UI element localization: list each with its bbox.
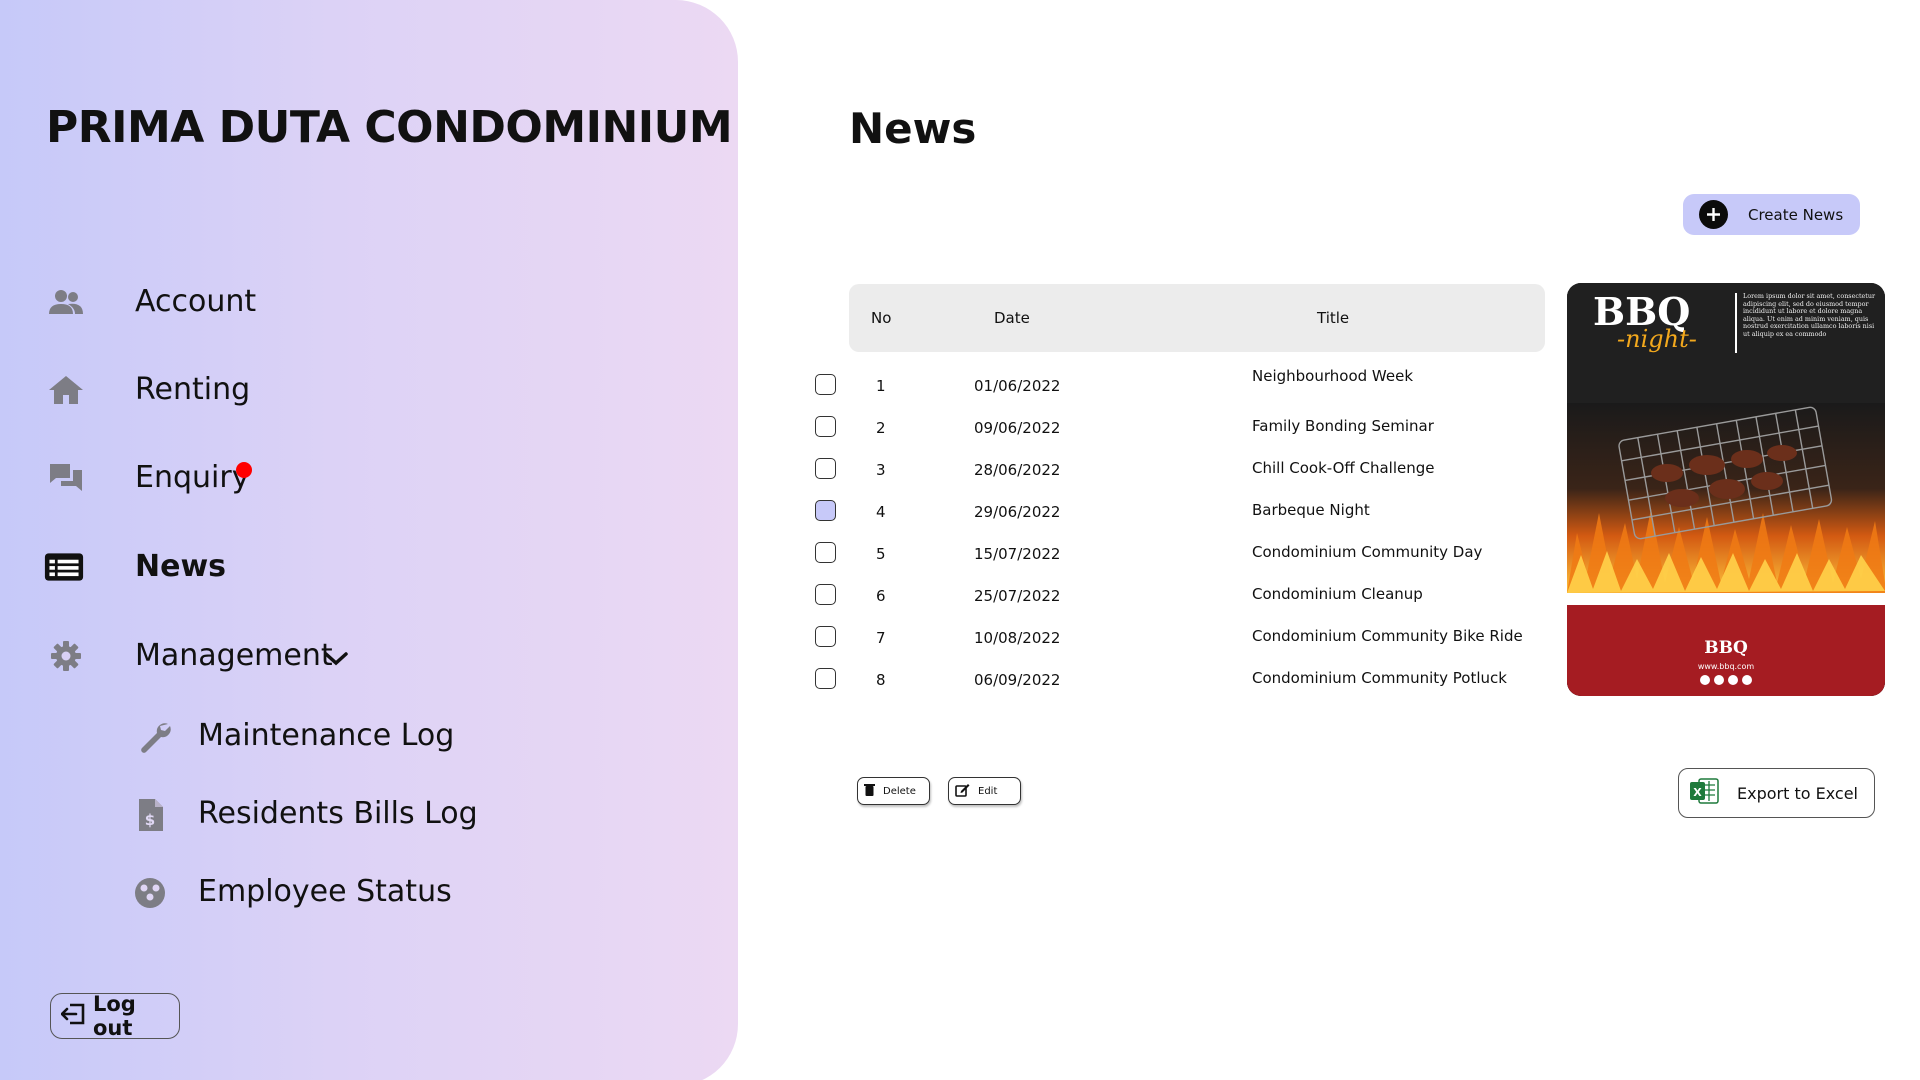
svg-text:$: $ (145, 811, 155, 829)
edit-button[interactable]: Edit (948, 777, 1021, 805)
row-title: Condominium Community Bike Ride (1252, 627, 1523, 645)
sidebar: PRIMA DUTA CONDOMINIUM Account Renting E… (0, 0, 738, 1080)
row-no: 5 (876, 545, 886, 563)
table-row[interactable]: 1 01/06/2022 Neighbourhood Week (0, 367, 1560, 404)
row-date: 28/06/2022 (974, 461, 1061, 479)
column-header-date: Date (994, 309, 1030, 327)
table-row[interactable]: 7 10/08/2022 Condominium Community Bike … (0, 626, 1560, 656)
trash-icon (864, 783, 875, 799)
row-date: 09/06/2022 (974, 419, 1061, 437)
row-checkbox[interactable] (815, 584, 836, 605)
row-no: 4 (876, 503, 886, 521)
row-title: Chill Cook-Off Challenge (1252, 459, 1435, 477)
row-title: Barbeque Night (1252, 501, 1370, 519)
row-no: 2 (876, 419, 886, 437)
table-row[interactable]: 5 15/07/2022 Condominium Community Day (0, 542, 1560, 572)
row-date: 06/09/2022 (974, 671, 1061, 689)
row-date: 01/06/2022 (974, 377, 1061, 395)
logout-icon (60, 1003, 85, 1030)
edit-label: Edit (978, 785, 998, 797)
plus-icon (1699, 200, 1728, 229)
row-checkbox[interactable] (815, 500, 836, 521)
table-row[interactable]: 6 25/07/2022 Condominium Cleanup (0, 584, 1560, 614)
row-title: Neighbourhood Week (1252, 367, 1414, 385)
row-no: 6 (876, 587, 886, 605)
export-label: Export to Excel (1737, 783, 1858, 803)
sidebar-subitem-label: Maintenance Log (198, 718, 455, 753)
poster-url: www.bbq.com (1698, 662, 1755, 671)
row-no: 3 (876, 461, 886, 479)
row-checkbox[interactable] (815, 542, 836, 563)
logout-label: Log out (93, 992, 136, 1040)
logout-button[interactable]: Log out (50, 992, 180, 1040)
row-date: 29/06/2022 (974, 503, 1061, 521)
row-title: Condominium Community Potluck (1252, 669, 1507, 687)
app: PRIMA DUTA CONDOMINIUM Account Renting E… (0, 0, 1920, 1080)
export-to-excel-button[interactable]: X Export to Excel (1678, 768, 1875, 818)
row-no: 1 (876, 377, 886, 395)
brand-title: PRIMA DUTA CONDOMINIUM (46, 102, 733, 153)
page-title: News (849, 104, 977, 153)
create-news-label: Create News (1748, 205, 1844, 224)
row-date: 10/08/2022 (974, 629, 1061, 647)
invoice-dollar-icon: $ (131, 797, 171, 833)
sidebar-item-label: Account (135, 284, 257, 319)
row-date: 25/07/2022 (974, 587, 1061, 605)
bbq-poster-image: BBQ -night- Lorem ipsum dolor sit amet, … (1567, 283, 1885, 696)
sidebar-subitem-label: Employee Status (198, 874, 452, 909)
table-row[interactable]: 8 06/09/2022 Condominium Community Potlu… (0, 668, 1560, 698)
sidebar-subitem-label: Residents Bills Log (198, 796, 478, 831)
row-checkbox[interactable] (815, 416, 836, 437)
create-news-button[interactable]: Create News (1683, 194, 1860, 235)
table-row[interactable]: 4 29/06/2022 Barbeque Night (0, 500, 1560, 530)
column-header-title: Title (1317, 309, 1350, 327)
poster-logo: BBQ (1704, 638, 1748, 658)
people-circle-icon (130, 875, 170, 911)
edit-icon (955, 783, 970, 800)
svg-text:X: X (1693, 786, 1702, 799)
row-date: 15/07/2022 (974, 545, 1061, 563)
excel-icon: X (1689, 776, 1719, 810)
row-checkbox[interactable] (815, 626, 836, 647)
row-title: Family Bonding Seminar (1252, 417, 1434, 435)
row-checkbox[interactable] (815, 374, 836, 395)
delete-button[interactable]: Delete (857, 777, 930, 805)
delete-label: Delete (883, 785, 916, 797)
row-checkbox[interactable] (815, 458, 836, 479)
column-header-no: No (871, 309, 892, 327)
row-no: 8 (876, 671, 886, 689)
table-header: No Date Title (849, 284, 1545, 352)
news-poster-preview: BBQ -night- Lorem ipsum dolor sit amet, … (1567, 283, 1885, 696)
users-icon (46, 284, 86, 320)
table-row[interactable]: 3 28/06/2022 Chill Cook-Off Challenge (0, 458, 1560, 488)
row-title: Condominium Cleanup (1252, 585, 1423, 603)
poster-script: -night- (1617, 325, 1697, 353)
wrench-icon (135, 718, 175, 754)
poster-blurb: Lorem ipsum dolor sit amet, consectetur … (1743, 293, 1876, 338)
row-checkbox[interactable] (815, 668, 836, 689)
row-title: Condominium Community Day (1252, 543, 1483, 561)
row-no: 7 (876, 629, 886, 647)
table-row[interactable]: 2 09/06/2022 Family Bonding Seminar (0, 416, 1560, 446)
